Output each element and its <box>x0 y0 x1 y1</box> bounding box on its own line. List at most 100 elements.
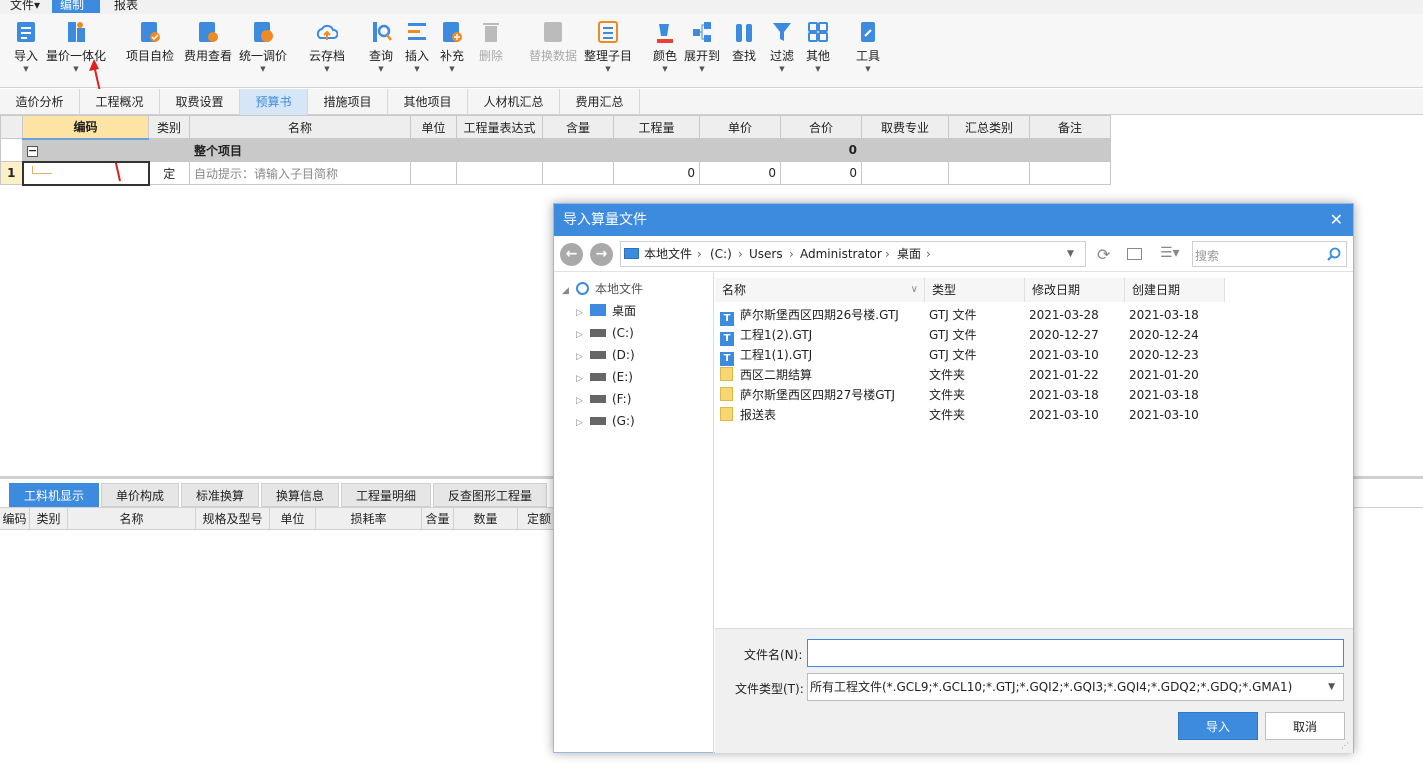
tab-cost-summary[interactable]: 费用汇总 <box>560 89 640 115</box>
tab-quantity-detail[interactable]: 工程量明细 <box>341 483 431 507</box>
menu-report[interactable]: 报表 <box>106 0 146 13</box>
close-icon[interactable]: ✕ <box>1330 204 1343 236</box>
filename-input[interactable] <box>807 639 1344 667</box>
tab-labor-material-display[interactable]: 工料机显示 <box>9 483 99 507</box>
list-col-modified[interactable]: 修改日期 <box>1025 278 1125 302</box>
chevron-down-icon[interactable]: ▼ <box>1067 242 1074 266</box>
col-code[interactable]: 编码 <box>22 115 149 140</box>
group-row[interactable]: − 整个项目 0 <box>0 138 1111 162</box>
tab-other-items[interactable]: 其他项目 <box>388 89 468 115</box>
tools-button[interactable]: 工具 ▼ <box>854 20 882 82</box>
tree-node-g[interactable]: ▷ (G:) <box>576 410 635 432</box>
crumb-local[interactable]: 本地文件 <box>644 242 692 266</box>
search-input[interactable]: 搜索 <box>1192 241 1347 267</box>
list-col-name[interactable]: 名称 ∨ <box>715 278 925 302</box>
address-bar[interactable]: 本地文件 › (C:) › Users › Administrator › 桌面… <box>620 241 1086 267</box>
bcol-unit[interactable]: 单位 <box>270 508 316 530</box>
tab-reverse-graphic-quantity[interactable]: 反查图形工程量 <box>433 483 547 507</box>
supplement-button[interactable]: 补充 ▼ <box>438 20 466 82</box>
tab-conversion-info[interactable]: 换算信息 <box>261 483 339 507</box>
cost-view-button[interactable]: 费用查看 <box>182 20 234 82</box>
code-cell[interactable] <box>21 160 150 186</box>
filetype-select[interactable]: 所有工程文件(*.GCL9;*.GCL10;*.GTJ;*.GQI2;*.GQI… <box>807 673 1344 701</box>
collapse-toggle[interactable]: − <box>27 145 38 157</box>
cancel-button[interactable]: 取消 <box>1265 712 1345 740</box>
menu-edit[interactable]: 编制 <box>52 0 100 13</box>
tree-node-f[interactable]: ▷ (F:) <box>576 388 631 410</box>
color-button[interactable]: 颜色 ▼ <box>651 20 679 82</box>
col-quantity[interactable]: 工程量 <box>613 115 700 139</box>
col-remark[interactable]: 备注 <box>1029 115 1111 139</box>
tab-fee-settings[interactable]: 取费设置 <box>160 89 240 115</box>
bcol-loss-rate[interactable]: 损耗率 <box>316 508 422 530</box>
tree-node-desktop[interactable]: ▷ 桌面 <box>576 300 636 322</box>
import-button[interactable]: 导入 ▼ <box>12 20 40 82</box>
cloud-archive-button[interactable]: 云存档 ▼ <box>307 20 347 82</box>
dialog-title-bar[interactable]: 导入算量文件 ✕ <box>554 204 1353 236</box>
type-cell[interactable]: 定 <box>148 161 190 185</box>
tab-project-overview[interactable]: 工程概况 <box>80 89 160 115</box>
expand-to-button[interactable]: 展开到 ▼ <box>683 20 721 82</box>
quantity-cell[interactable]: 0 <box>613 161 700 185</box>
replace-data-button[interactable]: 替换数据 <box>527 20 579 82</box>
bcol-type[interactable]: 类别 <box>30 508 68 530</box>
col-type[interactable]: 类别 <box>148 115 190 139</box>
col-total-price[interactable]: 合价 <box>780 115 862 139</box>
unit-price-cell[interactable]: 0 <box>699 161 781 185</box>
col-summary-category[interactable]: 汇总类别 <box>948 115 1030 139</box>
forward-icon[interactable]: → <box>590 243 613 266</box>
tab-measure-items[interactable]: 措施项目 <box>308 89 388 115</box>
bcol-spec[interactable]: 规格及型号 <box>196 508 270 530</box>
crumb-users[interactable]: Users <box>749 242 783 266</box>
import-button[interactable]: 导入 <box>1178 712 1258 740</box>
filter-button[interactable]: 过滤 ▼ <box>768 20 796 82</box>
tab-unit-price-composition[interactable]: 单价构成 <box>101 483 179 507</box>
list-item[interactable]: 西区二期结算 文件夹 2021-01-22 2021-01-20 <box>715 365 1235 385</box>
menu-file[interactable]: 文件▾ <box>2 0 48 13</box>
tab-budget-book[interactable]: 预算书 <box>240 89 308 115</box>
new-folder-icon[interactable] <box>1127 248 1142 260</box>
bcol-code[interactable]: 编码 <box>0 508 30 530</box>
search-icon[interactable] <box>1327 247 1342 262</box>
tab-standard-conversion[interactable]: 标准换算 <box>181 483 259 507</box>
list-item[interactable]: T 工程1(2).GTJ GTJ 文件 2020-12-27 2020-12-24 <box>715 325 1235 346</box>
tree-node-local[interactable]: ◢ 本地文件 <box>562 278 643 300</box>
col-unit-price[interactable]: 单价 <box>699 115 781 139</box>
tab-cost-analysis[interactable]: 造价分析 <box>0 89 80 115</box>
crumb-desktop[interactable]: 桌面 <box>897 242 921 266</box>
col-quantity-expression[interactable]: 工程量表达式 <box>456 115 543 139</box>
refresh-icon[interactable]: ⟳ <box>1097 245 1110 264</box>
back-icon[interactable]: ← <box>560 243 583 266</box>
bcol-amount[interactable]: 数量 <box>454 508 518 530</box>
name-cell[interactable]: 自动提示：请输入子目简称 <box>189 161 411 185</box>
col-fee-specialty[interactable]: 取费专业 <box>861 115 949 139</box>
list-col-type[interactable]: 类型 <box>925 278 1025 302</box>
organize-items-button[interactable]: 整理子目 ▼ <box>583 20 633 82</box>
tree-node-e[interactable]: ▷ (E:) <box>576 366 633 388</box>
other-button[interactable]: 其他 ▼ <box>804 20 832 82</box>
delete-button[interactable]: 删除 <box>477 20 505 82</box>
list-item[interactable]: 报送表 文件夹 2021-03-10 2021-03-10 <box>715 405 1235 425</box>
list-item[interactable]: 萨尔斯堡西区四期27号楼GTJ 文件夹 2021-03-18 2021-03-1… <box>715 385 1235 405</box>
unified-price-adjust-button[interactable]: 统一调价 ▼ <box>238 20 288 82</box>
find-button[interactable]: 查找 <box>730 20 758 82</box>
bcol-content[interactable]: 含量 <box>422 508 454 530</box>
tree-node-d[interactable]: ▷ (D:) <box>576 344 635 366</box>
view-options-icon[interactable]: ☰▾ <box>1160 245 1180 261</box>
insert-button[interactable]: 插入 ▼ <box>403 20 431 82</box>
col-content[interactable]: 含量 <box>542 115 614 139</box>
table-row[interactable]: 1 定 自动提示：请输入子目简称 0 0 0 <box>0 160 1111 186</box>
total-price-cell[interactable]: 0 <box>780 161 862 185</box>
col-name[interactable]: 名称 <box>189 115 411 139</box>
query-button[interactable]: 查询 ▼ <box>367 20 395 82</box>
crumb-administrator[interactable]: Administrator <box>800 242 882 266</box>
resize-grip-icon[interactable]: ⋰ <box>1341 741 1349 750</box>
crumb-c[interactable]: (C:) <box>710 242 732 266</box>
tree-node-c[interactable]: ▷ (C:) <box>576 322 634 344</box>
bcol-name[interactable]: 名称 <box>68 508 196 530</box>
col-unit[interactable]: 单位 <box>410 115 457 139</box>
list-item[interactable]: T 工程1(1).GTJ GTJ 文件 2021-03-10 2020-12-23 <box>715 345 1235 366</box>
list-item[interactable]: T 萨尔斯堡西区四期26号楼.GTJ GTJ 文件 2021-03-28 2021… <box>715 305 1235 326</box>
list-col-created[interactable]: 创建日期 <box>1125 278 1225 302</box>
tab-labor-material-summary[interactable]: 人材机汇总 <box>468 89 560 115</box>
